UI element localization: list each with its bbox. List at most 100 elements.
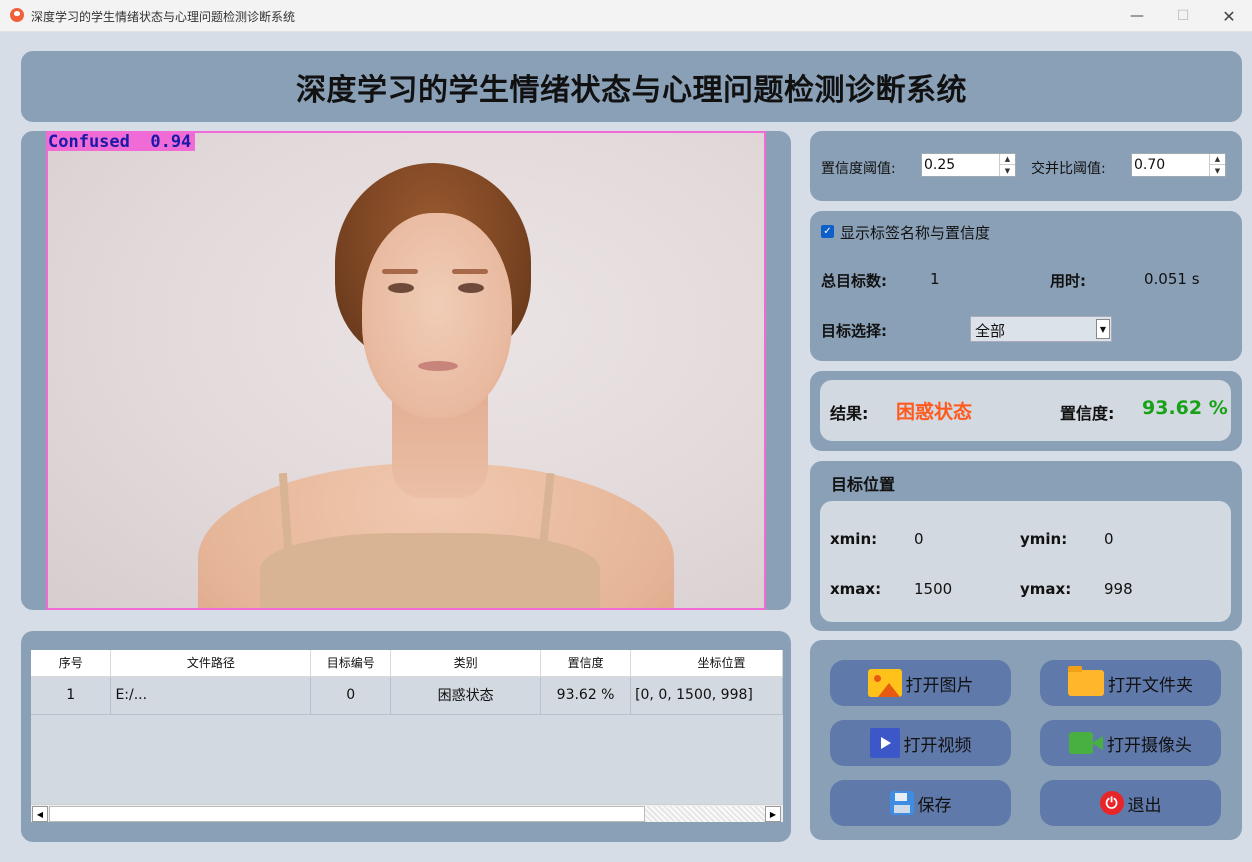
total-targets-label: 总目标数:: [821, 272, 887, 290]
cell-class[interactable]: 困惑状态: [390, 676, 542, 715]
ymax-value: 998: [1104, 580, 1133, 598]
spin-down-icon[interactable]: ▼: [999, 165, 1015, 176]
maximize-icon: ☐: [1176, 8, 1190, 24]
photo-brow-left: [382, 269, 418, 274]
page-title: 深度学习的学生情绪状态与心理问题检测诊断系统: [296, 72, 967, 108]
photo-face: [362, 213, 512, 418]
iou-threshold-label: 交并比阈值:: [1031, 161, 1106, 177]
time-label: 用时:: [1050, 272, 1086, 290]
result-confidence-label: 置信度:: [1060, 404, 1115, 423]
scrollbar-track[interactable]: [645, 806, 765, 822]
detection-image: Confused 0.94: [46, 131, 766, 610]
detection-label: Confused 0.94: [48, 132, 196, 152]
target-select-label: 目标选择:: [821, 322, 887, 340]
exit-button[interactable]: ⏻ 退出: [1040, 780, 1221, 826]
close-button[interactable]: ✕: [1206, 0, 1252, 32]
open-camera-label: 打开摄像头: [1107, 735, 1192, 756]
image-panel: Confused 0.94: [21, 131, 791, 610]
save-button[interactable]: 保存: [830, 780, 1011, 826]
table-row[interactable]: 1 E:/... 0 困惑状态 93.62 % [0, 0, 1500, 998…: [31, 676, 783, 715]
total-targets-value: 1: [930, 270, 940, 288]
photo-eye-right: [458, 283, 484, 293]
horizontal-scrollbar[interactable]: ◀ ▶: [31, 804, 783, 822]
xmin-label: xmin:: [830, 530, 878, 548]
save-icon: [889, 791, 914, 815]
result-value: 困惑状态: [896, 401, 973, 423]
camera-icon: [1069, 732, 1103, 754]
results-table: 序号 文件路径 目标编号 类别 置信度 坐标位置 1 E:/... 0 困惑状态…: [31, 650, 783, 822]
app-logo-icon: [10, 8, 24, 22]
position-box: xmin: 0 ymin: 0 xmax: 1500 ymax: 998: [820, 501, 1231, 622]
info-panel: ✓ 显示标签名称与置信度 总目标数: 1 用时: 0.051 s 目标选择: 全…: [810, 211, 1242, 361]
scrollbar-thumb[interactable]: [49, 806, 645, 822]
folder-icon: [1068, 666, 1104, 696]
time-value: 0.051 s: [1144, 270, 1200, 288]
ymin-value: 0: [1104, 530, 1114, 548]
open-image-label: 打开图片: [905, 675, 974, 696]
confidence-threshold-spinbox[interactable]: 0.25 ▲ ▼: [921, 153, 1016, 177]
result-label: 结果:: [830, 404, 869, 423]
video-icon: [869, 728, 900, 758]
cell-coordinates[interactable]: [0, 0, 1500, 998]: [630, 676, 783, 715]
result-box: 结果: 困惑状态 置信度: 93.62 %: [820, 380, 1231, 441]
cell-target-id[interactable]: 0: [310, 676, 392, 715]
minimize-icon: —: [1130, 8, 1144, 24]
show-labels-label[interactable]: 显示标签名称与置信度: [840, 222, 990, 243]
position-panel: 目标位置 xmin: 0 ymin: 0 xmax: 1500 ymax: 99…: [810, 461, 1242, 631]
xmax-label: xmax:: [830, 580, 882, 598]
minimize-button[interactable]: —: [1114, 0, 1160, 32]
position-title: 目标位置: [831, 475, 896, 494]
iou-threshold-value: 0.70: [1134, 157, 1166, 173]
spin-down-icon[interactable]: ▼: [1209, 165, 1225, 176]
maximize-button[interactable]: ☐: [1160, 0, 1206, 32]
photo-brow-right: [452, 269, 488, 274]
exit-label: 退出: [1127, 795, 1162, 816]
open-video-button[interactable]: 打开视频: [830, 720, 1011, 766]
spin-up-icon[interactable]: ▲: [1209, 154, 1225, 165]
results-table-panel: 序号 文件路径 目标编号 类别 置信度 坐标位置 1 E:/... 0 困惑状态…: [21, 631, 791, 842]
open-video-label: 打开视频: [903, 735, 972, 756]
cell-index[interactable]: 1: [31, 676, 112, 715]
close-icon: ✕: [1222, 6, 1236, 26]
result-panel: 结果: 困惑状态 置信度: 93.62 %: [810, 371, 1242, 451]
scroll-left-icon[interactable]: ◀: [32, 806, 48, 822]
xmin-value: 0: [914, 530, 924, 548]
col-header-confidence[interactable]: 置信度: [540, 650, 632, 677]
actions-panel: 打开图片 打开文件夹 打开视频 打开摄像头 保存 ⏻ 退出: [810, 640, 1242, 840]
threshold-panel: 置信度阈值: 0.25 ▲ ▼ 交并比阈值: 0.70 ▲ ▼: [810, 131, 1242, 201]
table-header-row: 序号 文件路径 目标编号 类别 置信度 坐标位置: [31, 650, 783, 677]
scroll-right-icon[interactable]: ▶: [765, 806, 781, 822]
save-label: 保存: [917, 795, 952, 816]
photo-eye-left: [388, 283, 414, 293]
xmax-value: 1500: [914, 580, 953, 598]
open-image-button[interactable]: 打开图片: [830, 660, 1011, 706]
col-header-target-id[interactable]: 目标编号: [310, 650, 392, 677]
iou-threshold-spinbox[interactable]: 0.70 ▲ ▼: [1131, 153, 1226, 177]
col-header-index[interactable]: 序号: [31, 650, 112, 677]
window-titlebar: 深度学习的学生情绪状态与心理问题检测诊断系统 — ☐ ✕: [0, 0, 1252, 32]
target-select-dropdown[interactable]: 全部 ▼: [970, 316, 1112, 342]
open-camera-button[interactable]: 打开摄像头: [1040, 720, 1221, 766]
col-header-path[interactable]: 文件路径: [110, 650, 312, 677]
detection-label-text: Confused 0.94: [48, 132, 192, 152]
show-labels-checkbox[interactable]: ✓: [821, 225, 834, 238]
photo-lips: [418, 361, 458, 371]
confidence-threshold-label: 置信度阈值:: [821, 161, 896, 177]
cell-path[interactable]: E:/...: [110, 676, 312, 715]
power-icon: ⏻: [1099, 791, 1124, 815]
spin-up-icon[interactable]: ▲: [999, 154, 1015, 165]
chevron-down-icon[interactable]: ▼: [1096, 319, 1110, 339]
col-header-coordinates[interactable]: 坐标位置: [630, 650, 783, 677]
open-folder-button[interactable]: 打开文件夹: [1040, 660, 1221, 706]
ymax-label: ymax:: [1020, 580, 1072, 598]
cell-confidence[interactable]: 93.62 %: [540, 676, 632, 715]
image-icon: [867, 669, 902, 697]
photo-top: [260, 533, 600, 608]
confidence-threshold-value: 0.25: [924, 157, 956, 173]
result-confidence-value: 93.62 %: [1142, 397, 1228, 419]
header-panel: 深度学习的学生情绪状态与心理问题检测诊断系统: [21, 51, 1242, 122]
window-title: 深度学习的学生情绪状态与心理问题检测诊断系统: [31, 10, 296, 24]
target-select-value: 全部: [975, 322, 1006, 340]
open-folder-label: 打开文件夹: [1108, 675, 1193, 696]
col-header-class[interactable]: 类别: [390, 650, 542, 677]
